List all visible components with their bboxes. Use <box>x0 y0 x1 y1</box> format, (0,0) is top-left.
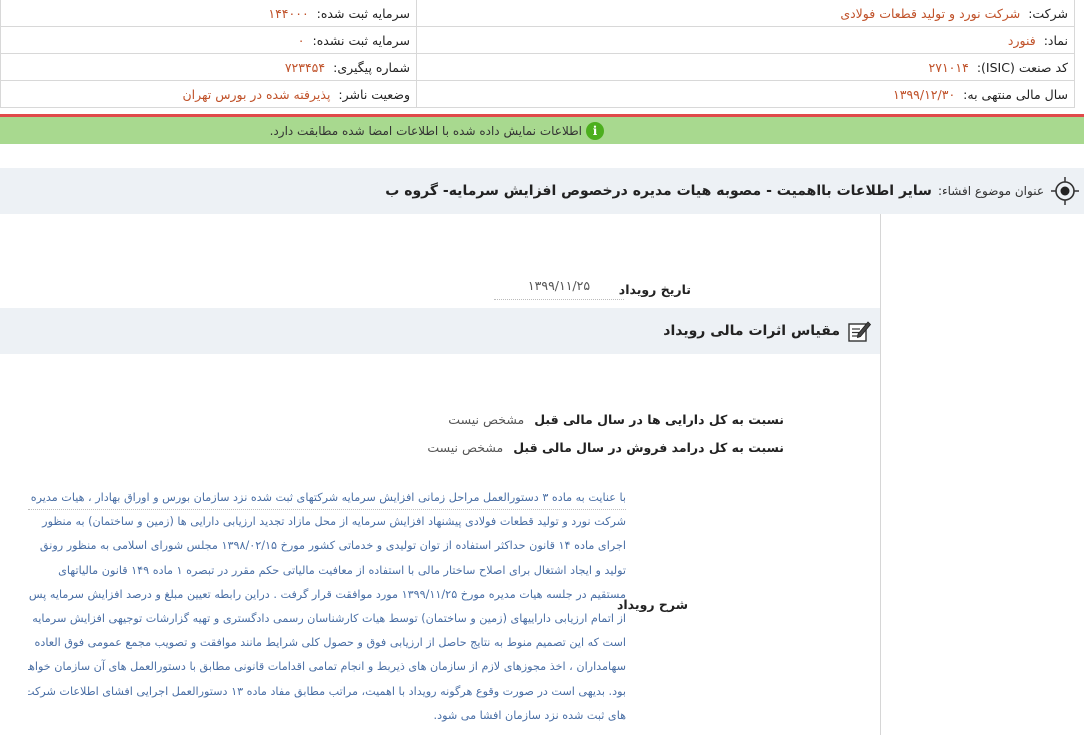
fiscal-year-label: سال مالی منتهی به: <box>963 87 1068 102</box>
info-row: سال مالی منتهی به: ۱۳۹۹/۱۲/۳۰ وضعیت ناشر… <box>1 81 1074 108</box>
event-description-text: با عنایت به ماده ۳ دستورالعمل مراحل زمان… <box>28 486 626 728</box>
capital-unregistered-value: ۰ <box>297 32 305 48</box>
description-line: های ثبت شده نزد سازمان افشا می شود. <box>433 708 626 722</box>
symbol-label: نماد: <box>1043 32 1068 48</box>
sales-ratio-value: مشخص نیست <box>427 440 504 455</box>
description-line: شرکت نورد و تولید قطعات فولادی پیشنهاد ا… <box>42 515 626 529</box>
capital-registered-label: سرمایه ثبت شده: <box>316 5 410 21</box>
assets-ratio-label: نسبت به کل دارایی ها در سال مالی قبل <box>534 412 784 427</box>
description-line: مستقیم در جلسه هیات مدیره مورخ ۱۳۹۹/۱۱/۲… <box>28 587 626 601</box>
financial-impact-title: مقیاس اثرات مالی رویداد <box>663 323 840 339</box>
sales-ratio-row: نسبت به کل درامد فروش در سال مالی قبل مش… <box>427 440 784 455</box>
description-line: بود. بدیهی است در صورت وقوع هرگونه رویدا… <box>28 684 626 698</box>
company-value: شرکت نورد و تولید قطعات فولادی <box>840 5 1021 21</box>
publisher-status-value: پذیرفته شده در بورس تهران <box>182 87 331 102</box>
description-line: تولید و ایجاد اشتغال برای اصلاح ساختار م… <box>58 563 626 577</box>
description-line: اجرای ماده ۱۴ قانون حداکثر استفاده از تو… <box>39 539 626 553</box>
column-divider <box>880 214 881 735</box>
description-line: با عنایت به ماده ۳ دستورالعمل مراحل زمان… <box>28 486 626 511</box>
verification-notice: i اطلاعات نمایش داده شده با اطلاعات امضا… <box>0 117 1084 144</box>
subject-bar: عنوان موضوع افشاء: سایر اطلاعات بااهمیت … <box>0 168 1084 214</box>
edit-document-icon <box>848 321 872 342</box>
isic-cell: کد صنعت (ISIC): ۲۷۱۰۱۴ <box>416 54 1074 80</box>
sales-ratio-label: نسبت به کل درامد فروش در سال مالی قبل <box>513 440 784 455</box>
assets-ratio-row: نسبت به کل دارایی ها در سال مالی قبل مشخ… <box>448 412 784 427</box>
isic-label: کد صنعت (ISIC): <box>976 59 1068 75</box>
subject-title: سایر اطلاعات بااهمیت - مصوبه هیات مدیره … <box>385 183 932 199</box>
symbol-cell: نماد: فنورد <box>416 27 1074 53</box>
event-date-value: ۱۳۹۹/۱۱/۲۵ <box>494 278 624 300</box>
tracking-value: ۷۲۳۴۵۴ <box>284 59 326 75</box>
tracking-label: شماره پیگیری: <box>333 59 410 75</box>
notice-text: اطلاعات نمایش داده شده با اطلاعات امضا ش… <box>269 123 582 138</box>
header-info-table: شرکت: شرکت نورد و تولید قطعات فولادی سرم… <box>0 0 1075 108</box>
description-line: است که این تصمیم منوط به نتایج حاصل از ا… <box>34 636 626 650</box>
description-line: از اتمام ارزیابی داراییهای (زمین و ساختم… <box>32 611 626 625</box>
tracking-cell: شماره پیگیری: ۷۲۳۴۵۴ <box>1 54 416 80</box>
financial-impact-header: مقیاس اثرات مالی رویداد <box>0 308 880 354</box>
capital-unregistered-label: سرمایه ثبت نشده: <box>312 32 410 48</box>
symbol-value: فنورد <box>1007 32 1036 48</box>
fiscal-year-value: ۱۳۹۹/۱۲/۳۰ <box>893 87 956 102</box>
info-row: کد صنعت (ISIC): ۲۷۱۰۱۴ شماره پیگیری: ۷۲۳… <box>1 54 1074 81</box>
publisher-status-cell: وضعیت ناشر: پذیرفته شده در بورس تهران <box>1 81 416 108</box>
company-cell: شرکت: شرکت نورد و تولید قطعات فولادی <box>416 0 1074 26</box>
description-line: سهامداران ، اخذ مجوزهای لازم از سازمان ه… <box>28 660 626 674</box>
capital-registered-cell: سرمایه ثبت شده: ۱۴۴۰۰۰ <box>1 0 416 26</box>
info-row: نماد: فنورد سرمایه ثبت نشده: ۰ <box>1 27 1074 54</box>
isic-value: ۲۷۱۰۱۴ <box>928 59 969 75</box>
event-date-label: تاریخ رویداد <box>618 282 691 297</box>
capital-unregistered-cell: سرمایه ثبت نشده: ۰ <box>1 27 416 53</box>
publisher-status-label: وضعیت ناشر: <box>338 87 410 102</box>
assets-ratio-value: مشخص نیست <box>448 412 525 427</box>
info-icon: i <box>586 121 604 140</box>
info-row: شرکت: شرکت نورد و تولید قطعات فولادی سرم… <box>1 0 1074 27</box>
event-description-label: شرح رویداد <box>616 597 688 612</box>
fiscal-year-cell: سال مالی منتهی به: ۱۳۹۹/۱۲/۳۰ <box>416 81 1074 108</box>
capital-registered-value: ۱۴۴۰۰۰ <box>268 5 309 21</box>
target-icon <box>1051 177 1079 205</box>
company-label: شرکت: <box>1028 5 1068 21</box>
subject-label: عنوان موضوع افشاء: <box>937 184 1044 198</box>
